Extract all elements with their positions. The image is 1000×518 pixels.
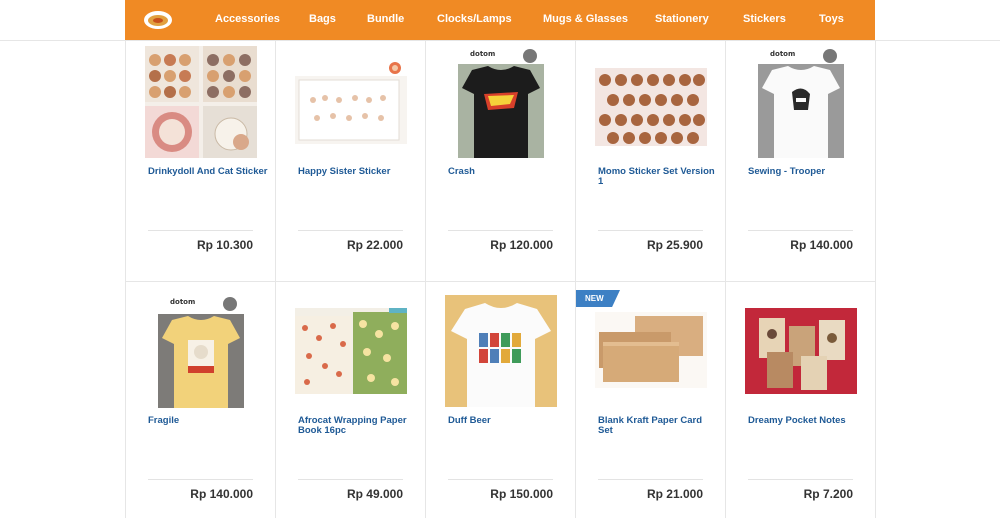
- divider: [598, 479, 703, 480]
- svg-text:dotom: dotom: [770, 50, 795, 58]
- product-title[interactable]: Blank Kraft Paper Card Set: [598, 416, 718, 436]
- nav-item-stationery[interactable]: Stationery: [655, 0, 709, 40]
- product-card[interactable]: Happy Sister Sticker Rp 22.000: [276, 40, 426, 282]
- nav-item-toys[interactable]: Toys: [819, 0, 844, 40]
- product-card[interactable]: dotom Fragile Rp 140.000: [126, 282, 276, 518]
- product-title[interactable]: Drinkydoll And Cat Sticker: [148, 167, 268, 177]
- product-title[interactable]: Dreamy Pocket Notes: [748, 416, 868, 426]
- product-image[interactable]: dotom: [458, 48, 544, 158]
- divider: [298, 479, 403, 480]
- product-card[interactable]: Dreamy Pocket Notes Rp 7.200: [726, 282, 876, 518]
- divider: [148, 479, 253, 480]
- divider: [598, 230, 703, 231]
- new-badge: NEW: [576, 290, 620, 307]
- product-card[interactable]: Duff Beer Rp 150.000: [426, 282, 576, 518]
- product-title[interactable]: Momo Sticker Set Version 1: [598, 167, 718, 187]
- product-price: Rp 10.300: [196, 238, 253, 252]
- product-title[interactable]: Afrocat Wrapping Paper Book 16pc: [298, 416, 418, 436]
- divider: [748, 479, 853, 480]
- product-card[interactable]: Drinkydoll And Cat Sticker Rp 10.300: [126, 40, 276, 282]
- svg-text:dotom: dotom: [470, 50, 495, 58]
- product-image[interactable]: dotom: [758, 48, 844, 158]
- product-price: Rp 21.000: [646, 487, 703, 501]
- svg-text:dotom: dotom: [170, 298, 195, 306]
- main-nav: Accessories Bags Bundle Clocks/Lamps Mug…: [125, 0, 875, 40]
- product-price: Rp 150.000: [490, 487, 553, 501]
- product-title[interactable]: Crash: [448, 167, 568, 177]
- divider: [148, 230, 253, 231]
- product-image[interactable]: [295, 62, 407, 144]
- divider: [298, 230, 403, 231]
- product-grid: Drinkydoll And Cat Sticker Rp 10.300 Hap…: [125, 40, 876, 518]
- nav-item-stickers[interactable]: Stickers: [743, 0, 786, 40]
- product-image[interactable]: [145, 46, 257, 158]
- logo-icon[interactable]: [144, 11, 172, 29]
- product-price: Rp 7.200: [803, 487, 853, 501]
- nav-item-bags[interactable]: Bags: [309, 0, 336, 40]
- nav-item-bundle[interactable]: Bundle: [367, 0, 404, 40]
- product-title[interactable]: Fragile: [148, 416, 268, 426]
- product-image[interactable]: [595, 312, 707, 388]
- product-card[interactable]: dotom Crash Rp 120.000: [426, 40, 576, 282]
- nav-item-mugs-glasses[interactable]: Mugs & Glasses: [543, 0, 628, 40]
- product-price: Rp 22.000: [346, 238, 403, 252]
- product-card[interactable]: Momo Sticker Set Version 1 Rp 25.900: [576, 40, 726, 282]
- product-price: Rp 120.000: [490, 238, 553, 252]
- divider: [448, 230, 553, 231]
- product-card[interactable]: Afrocat Wrapping Paper Book 16pc Rp 49.0…: [276, 282, 426, 518]
- product-image[interactable]: [295, 308, 407, 394]
- product-title[interactable]: Duff Beer: [448, 416, 568, 426]
- product-title[interactable]: Sewing - Trooper: [748, 167, 868, 177]
- nav-item-clocks-lamps[interactable]: Clocks/Lamps: [437, 0, 512, 40]
- product-title[interactable]: Happy Sister Sticker: [298, 167, 418, 177]
- nav-item-accessories[interactable]: Accessories: [215, 0, 280, 40]
- product-price: Rp 140.000: [190, 487, 253, 501]
- product-card[interactable]: NEW Blank Kraft Paper Card Set Rp 21.000: [576, 282, 726, 518]
- product-image[interactable]: [445, 295, 557, 407]
- product-card[interactable]: dotom Sewing - Trooper Rp 140.000: [726, 40, 876, 282]
- product-image[interactable]: [595, 58, 707, 146]
- divider: [748, 230, 853, 231]
- product-image[interactable]: dotom: [158, 296, 244, 408]
- product-image[interactable]: [745, 308, 857, 394]
- product-price: Rp 49.000: [346, 487, 403, 501]
- product-price: Rp 140.000: [790, 238, 853, 252]
- product-price: Rp 25.900: [646, 238, 703, 252]
- divider: [448, 479, 553, 480]
